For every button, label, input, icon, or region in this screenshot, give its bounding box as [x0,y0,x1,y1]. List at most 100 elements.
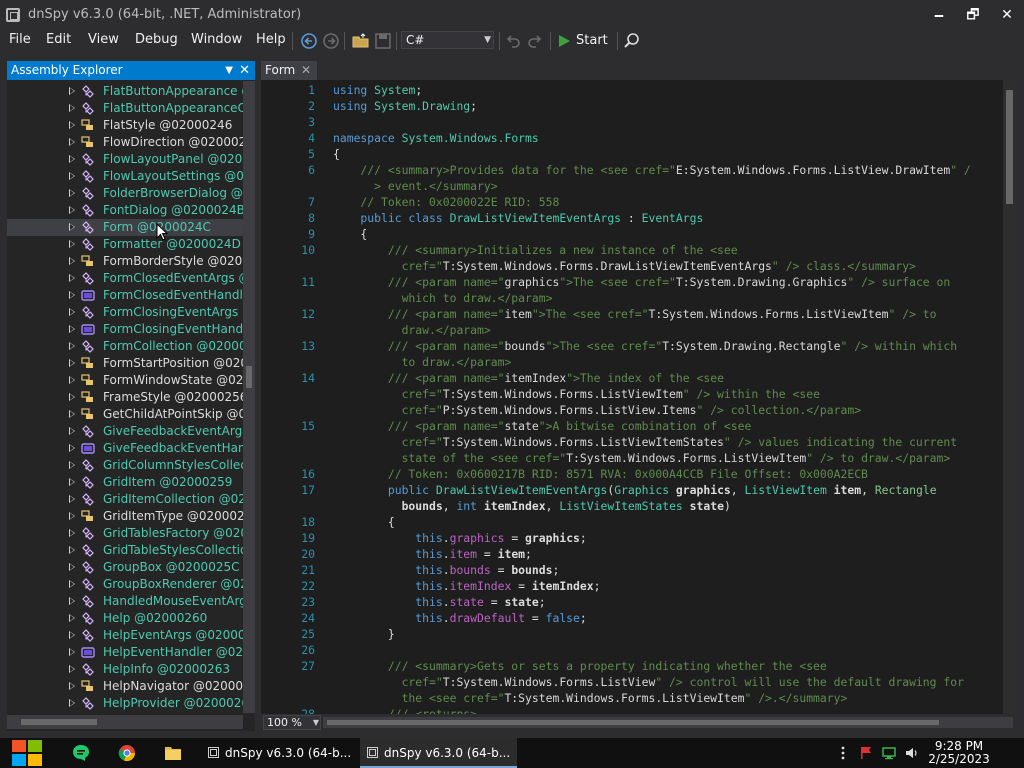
chrome-icon[interactable] [118,744,136,762]
tree-item[interactable]: GridItemType @0200025 [7,508,243,525]
expand-arrow-icon[interactable] [69,393,75,401]
expand-arrow-icon[interactable] [69,665,75,673]
scrollbar-thumb[interactable] [246,366,252,388]
expand-arrow-icon[interactable] [69,172,75,180]
editor-vertical-scrollbar[interactable] [1003,80,1016,714]
expand-arrow-icon[interactable] [69,291,75,299]
tree-item[interactable]: HelpNavigator @020002 [7,678,243,695]
tree-item[interactable]: HelpEventArgs @020002 [7,627,243,644]
tree-item[interactable]: GridTableStylesCollection [7,542,243,559]
maximize-button[interactable]: 🗗 [956,0,990,30]
tree-item[interactable]: GridItem @02000259 [7,474,243,491]
tree-item[interactable]: Form @0200024C [7,219,243,236]
tree-item[interactable]: GroupBoxRenderer @02 [7,576,243,593]
tree-item[interactable]: GridItemCollection @0200 [7,491,243,508]
expand-arrow-icon[interactable] [69,461,75,469]
expand-arrow-icon[interactable] [69,376,75,384]
navigate-forward-icon[interactable] [321,31,341,51]
expand-arrow-icon[interactable] [69,580,75,588]
start-button[interactable]: Start [556,30,608,52]
network-icon[interactable] [882,746,896,760]
file-explorer-icon[interactable] [164,745,182,761]
more-options-icon[interactable] [836,746,850,760]
editor-horizontal-scrollbar[interactable] [323,717,1013,728]
tree-item[interactable]: FolderBrowserDialog @0 [7,185,243,202]
menu-help[interactable]: Help [252,30,290,52]
scrollbar-thumb[interactable] [327,720,939,725]
tree-item[interactable]: GridColumnStylesCollecti [7,457,243,474]
expand-arrow-icon[interactable] [69,563,75,571]
tree-item[interactable]: FormBorderStyle @0200 [7,253,243,270]
tree-item[interactable]: FlowLayoutSettings @02 [7,168,243,185]
tree-item[interactable]: HelpInfo @02000263 [7,661,243,678]
expand-arrow-icon[interactable] [69,359,75,367]
tree-item[interactable]: GiveFeedbackEventArgs [7,423,243,440]
tree-item[interactable]: FormCollection @020002 [7,338,243,355]
expand-arrow-icon[interactable] [69,546,75,554]
taskbar-item-dnspy-active[interactable]: dnSpy v6.3.0 (64-b... [360,738,517,768]
expand-arrow-icon[interactable] [69,478,75,486]
expand-arrow-icon[interactable] [69,427,75,435]
tree-item[interactable]: Help @02000260 [7,610,243,627]
undo-icon[interactable] [503,31,523,51]
windows-start-icon[interactable] [10,738,44,768]
expand-arrow-icon[interactable] [69,682,75,690]
close-pane-icon[interactable]: ✕ [239,61,250,80]
expand-arrow-icon[interactable] [69,87,75,95]
expand-arrow-icon[interactable] [69,240,75,248]
tree-item[interactable]: FlowDirection @0200024 [7,134,243,151]
tree-item[interactable]: GetChildAtPointSkip @02 [7,406,243,423]
tree-item[interactable]: FontDialog @0200024B [7,202,243,219]
taskbar-item-dnspy[interactable]: dnSpy v6.3.0 (64-b... [201,738,358,768]
expand-arrow-icon[interactable] [69,495,75,503]
expand-arrow-icon[interactable] [69,155,75,163]
tree-item[interactable]: FormClosedEventHandler [7,287,243,304]
redo-icon[interactable] [525,31,545,51]
menu-edit[interactable]: Edit [42,30,75,52]
scrollbar-thumb[interactable] [21,719,97,725]
tree-item[interactable]: FormWindowState @020 [7,372,243,389]
scrollbar-thumb[interactable] [1006,90,1013,204]
volume-icon[interactable] [905,746,919,760]
tree-item[interactable]: GiveFeedbackEventHand [7,440,243,457]
tree-item[interactable]: HandledMouseEventArgs [7,593,243,610]
close-button[interactable]: ✕ [990,0,1024,30]
tree-item[interactable]: HelpEventHandler @020 [7,644,243,661]
menu-file[interactable]: File [5,30,35,52]
tree-item[interactable]: FormClosingEventArgs @ [7,304,243,321]
expand-arrow-icon[interactable] [69,138,75,146]
search-icon[interactable] [622,31,642,51]
code-view[interactable]: 1 using System; 2 using System.Drawing; 3 4 na… [261,80,1003,714]
taskbar-clock[interactable]: 9:28 PM 2/25/2023 [924,740,994,766]
expand-arrow-icon[interactable] [69,444,75,452]
expand-arrow-icon[interactable] [69,206,75,214]
expand-arrow-icon[interactable] [69,597,75,605]
expand-arrow-icon[interactable] [69,631,75,639]
tree-item[interactable]: Formatter @0200024D [7,236,243,253]
tree-item[interactable]: FormClosingEventHandler [7,321,243,338]
expand-arrow-icon[interactable] [69,529,75,537]
open-folder-icon[interactable] [351,31,371,51]
expand-arrow-icon[interactable] [69,274,75,282]
expand-arrow-icon[interactable] [69,257,75,265]
tree-item[interactable]: GridTablesFactory @020 [7,525,243,542]
chat-app-icon[interactable] [72,744,90,762]
tab-form[interactable]: Form ✕ [261,61,317,80]
expand-arrow-icon[interactable] [69,325,75,333]
expand-arrow-icon[interactable] [69,104,75,112]
expand-arrow-icon[interactable] [69,699,75,707]
tree-item[interactable]: FlatStyle @02000246 [7,117,243,134]
expand-arrow-icon[interactable] [69,223,75,231]
tree-item[interactable]: FlatButtonAppearance @ [7,83,243,100]
expand-arrow-icon[interactable] [69,308,75,316]
expand-arrow-icon[interactable] [69,512,75,520]
language-select[interactable]: C# ▼ [401,31,494,49]
code-editor[interactable]: 1 using System; 2 using System.Drawing; 3 4 na… [261,80,1016,714]
tree-horizontal-scrollbar[interactable] [7,715,243,729]
tree-vertical-scrollbar[interactable] [243,81,255,713]
pane-options-icon[interactable]: ▼ [225,61,233,80]
minimize-button[interactable]: 🗕 [922,0,956,30]
zoom-select[interactable]: 100 % ▼ [263,715,321,730]
menu-view[interactable]: View [84,30,123,52]
expand-arrow-icon[interactable] [69,342,75,350]
